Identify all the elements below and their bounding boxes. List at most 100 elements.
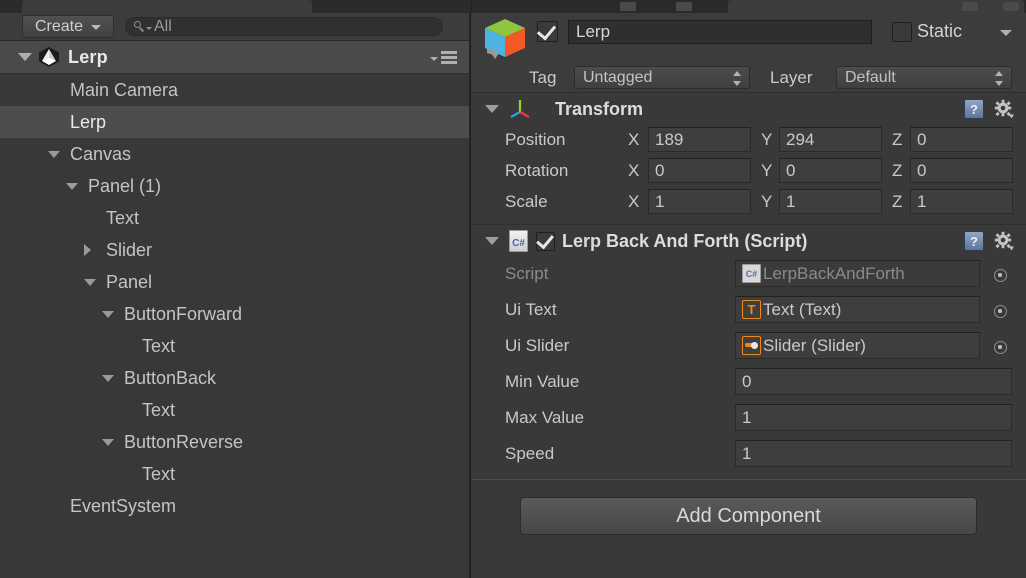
gear-icon[interactable] <box>994 99 1014 119</box>
triangle-down-icon[interactable] <box>84 279 96 286</box>
hierarchy-item-label: ButtonReverse <box>124 432 243 453</box>
hierarchy-item-text[interactable]: Text <box>0 330 469 362</box>
script-component-header[interactable]: C# Lerp Back And Forth (Script) ? <box>473 225 1026 257</box>
property-value-field-min-value[interactable]: 0 <box>735 368 1012 395</box>
transform-position-y-field[interactable]: 294 <box>779 127 882 152</box>
create-button[interactable]: Create <box>22 15 114 38</box>
triangle-down-icon[interactable] <box>485 105 499 113</box>
layer-value: Default <box>845 69 896 87</box>
script-property-ui-slider: Ui Slider Slider (Slider) <box>473 329 1026 365</box>
tag-label: Tag <box>529 68 556 88</box>
object-picker-icon-ui-text[interactable] <box>994 305 1007 318</box>
triangle-down-icon[interactable] <box>18 53 32 61</box>
triangle-right-icon[interactable] <box>84 244 91 256</box>
script-property-max-value: Max Value 1 <box>473 401 1026 437</box>
triangle-down-icon[interactable] <box>66 183 78 190</box>
transform-position-x-field[interactable]: 189 <box>648 127 751 152</box>
axis-z-label: Z <box>892 130 902 150</box>
updown-arrows-icon <box>995 71 1004 86</box>
hierarchy-item-main-camera[interactable]: Main Camera <box>0 74 469 106</box>
updown-arrows-icon <box>733 71 742 86</box>
static-dropdown-caret-icon[interactable] <box>1000 30 1012 36</box>
inspector-menu-button[interactable] <box>1003 2 1019 11</box>
property-value-field-ui-text[interactable]: TText (Text) <box>735 296 980 323</box>
panel-maximize-button[interactable] <box>620 2 636 11</box>
transform-rotation-x-field[interactable]: 0 <box>648 158 751 183</box>
hierarchy-panel: Create All Lerp <box>0 13 471 578</box>
property-label: Max Value <box>505 408 584 428</box>
transform-rotation-z-field[interactable]: 0 <box>910 158 1013 183</box>
hierarchy-item-text[interactable]: Text <box>0 202 469 234</box>
triangle-down-icon[interactable] <box>485 237 499 245</box>
hierarchy-item-label: Lerp <box>70 112 106 133</box>
property-value: 1 <box>742 444 751 464</box>
static-checkbox[interactable] <box>892 22 912 42</box>
script-property-speed: Speed 1 <box>473 437 1026 473</box>
triangle-down-icon[interactable] <box>102 375 114 382</box>
search-filter-caret-icon[interactable] <box>146 27 152 30</box>
transform-scale-z-field[interactable]: 1 <box>910 189 1013 214</box>
hierarchy-item-panel[interactable]: Panel <box>0 266 469 298</box>
transform-scale-x-field[interactable]: 1 <box>648 189 751 214</box>
hierarchy-item-eventsystem[interactable]: EventSystem <box>0 490 469 522</box>
script-component-title: Lerp Back And Forth (Script) <box>562 231 807 252</box>
property-label: Ui Slider <box>505 336 569 356</box>
hierarchy-item-lerp[interactable]: Lerp <box>0 106 469 138</box>
hierarchy-item-label: Slider <box>106 240 152 261</box>
triangle-down-icon[interactable] <box>48 151 60 158</box>
tag-dropdown[interactable]: Untagged <box>574 66 750 89</box>
layer-dropdown[interactable]: Default <box>836 66 1012 89</box>
hierarchy-item-buttonreverse[interactable]: ButtonReverse <box>0 426 469 458</box>
gear-icon[interactable] <box>994 231 1014 251</box>
gameobject-name-field[interactable]: Lerp <box>568 20 872 44</box>
transform-row-label: Scale <box>505 192 548 212</box>
hierarchy-item-canvas[interactable]: Canvas <box>0 138 469 170</box>
help-book-icon[interactable]: ? <box>964 99 984 119</box>
search-input[interactable]: All <box>125 17 443 36</box>
property-value-field-script[interactable]: C#LerpBackAndForth <box>735 260 980 287</box>
csharp-script-icon: C# <box>509 230 528 252</box>
property-value-field-ui-slider[interactable]: Slider (Slider) <box>735 332 980 359</box>
script-property-ui-text: Ui TextTText (Text) <box>473 293 1026 329</box>
scene-root-row[interactable]: Lerp <box>0 41 469 74</box>
help-book-icon[interactable]: ? <box>964 231 984 251</box>
hierarchy-item-label: Text <box>142 464 175 485</box>
hierarchy-tab[interactable] <box>22 0 312 13</box>
hierarchy-item-label: Main Camera <box>70 80 178 101</box>
hierarchy-item-buttonback[interactable]: ButtonBack <box>0 362 469 394</box>
object-picker-icon-script[interactable] <box>994 269 1007 282</box>
transform-component-header[interactable]: Transform ? <box>473 93 1026 125</box>
hierarchy-item-text[interactable]: Text <box>0 458 469 490</box>
hierarchy-item-text[interactable]: Text <box>0 394 469 426</box>
triangle-down-icon[interactable] <box>102 311 114 318</box>
ui-slider-icon <box>742 336 761 355</box>
gameobject-enabled-checkbox[interactable] <box>537 21 558 42</box>
hierarchy-tree: Main CameraLerpCanvasPanel (1)TextSlider… <box>0 74 469 522</box>
hierarchy-item-label: ButtonBack <box>124 368 216 389</box>
hierarchy-item-buttonforward[interactable]: ButtonForward <box>0 298 469 330</box>
property-value: Text (Text) <box>763 300 841 320</box>
script-enabled-checkbox[interactable] <box>536 232 555 251</box>
hierarchy-item-label: Text <box>142 336 175 357</box>
transform-rotation-y-field[interactable]: 0 <box>779 158 882 183</box>
transform-title: Transform <box>555 99 643 120</box>
script-property-rows: ScriptC#LerpBackAndForthUi TextTText (Te… <box>473 257 1026 473</box>
inspector-tab[interactable] <box>728 0 1024 13</box>
hierarchy-item-panel-1[interactable]: Panel (1) <box>0 170 469 202</box>
inspector-lock-button[interactable] <box>962 2 978 11</box>
search-input-value: All <box>154 19 172 35</box>
add-component-button[interactable]: Add Component <box>520 497 977 535</box>
hierarchy-item-slider[interactable]: Slider <box>0 234 469 266</box>
property-value-field-speed[interactable]: 1 <box>735 440 1012 467</box>
transform-position-z-field[interactable]: 0 <box>910 127 1013 152</box>
transform-scale-y-field[interactable]: 1 <box>779 189 882 214</box>
object-picker-icon-ui-slider[interactable] <box>994 341 1007 354</box>
triangle-down-icon[interactable] <box>102 439 114 446</box>
csharp-script-icon: C# <box>742 264 761 283</box>
property-label: Speed <box>505 444 554 464</box>
script-property-min-value: Min Value0 <box>473 365 1026 401</box>
transform-rows: PositionX189Y294Z0RotationX0Y0Z0ScaleX1Y… <box>473 125 1026 218</box>
panel-menu-button[interactable] <box>676 2 692 11</box>
hierarchy-options-icon[interactable] <box>430 51 457 64</box>
property-value-field-max-value[interactable]: 1 <box>735 404 1012 431</box>
